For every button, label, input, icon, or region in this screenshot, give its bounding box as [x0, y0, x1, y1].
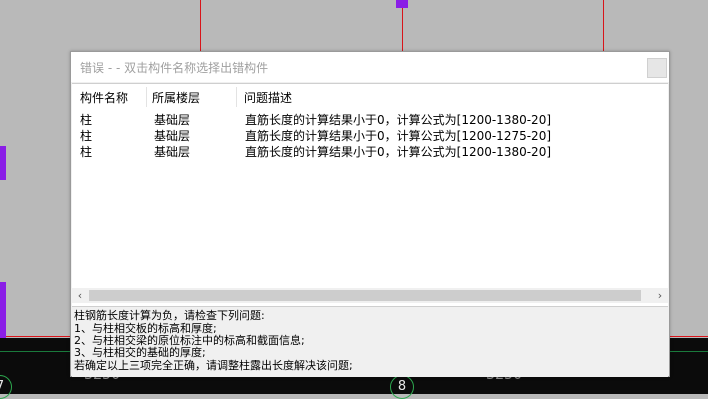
description-line: 若确定以上三项完全正确，请调整柱露出长度解决该问题; — [74, 359, 353, 372]
cell-description: 直筋长度的计算结果小于0，计算公式为[1200-1275-20] — [245, 129, 552, 143]
horizontal-scrollbar[interactable]: ‹ › — [72, 288, 668, 303]
column-header-component-name[interactable]: 构件名称 — [80, 89, 128, 106]
column-header-description[interactable]: 问题描述 — [244, 89, 292, 106]
error-dialog: 错误 - - 双击构件名称选择出错构件 构件名称 所属楼层 问题描述 柱 基础层… — [70, 51, 670, 377]
axis-bubble[interactable]: 8 — [390, 375, 414, 399]
column-marker[interactable] — [0, 282, 6, 338]
scroll-left-icon[interactable]: ‹ — [72, 288, 88, 303]
list-row[interactable]: 柱 基础层 直筋长度的计算结果小于0，计算公式为[1200-1380-20] — [72, 111, 668, 127]
scroll-thumb[interactable] — [89, 290, 641, 301]
dialog-titlebar[interactable]: 错误 - - 双击构件名称选择出错构件 — [71, 52, 669, 82]
column-marker[interactable] — [0, 146, 6, 180]
column-divider[interactable] — [236, 87, 237, 107]
cell-description: 直筋长度的计算结果小于0，计算公式为[1200-1380-20] — [245, 113, 552, 127]
scroll-right-icon[interactable]: › — [652, 288, 668, 303]
list-header: 构件名称 所属楼层 问题描述 — [72, 84, 668, 109]
problem-description: 柱钢筋长度计算为负，请检查下列问题: 1、与柱相交板的标高和厚度; 2、与柱相交… — [72, 306, 668, 377]
column-header-floor[interactable]: 所属楼层 — [152, 89, 200, 106]
close-button[interactable] — [647, 58, 667, 78]
cell-floor: 基础层 — [154, 129, 191, 143]
dialog-title: 错误 - - 双击构件名称选择出错构件 — [80, 61, 269, 75]
list-row[interactable]: 柱 基础层 直筋长度的计算结果小于0，计算公式为[1200-1275-20] — [72, 127, 668, 143]
list-row[interactable]: 柱 基础层 直筋长度的计算结果小于0，计算公式为[1200-1380-20] — [72, 143, 668, 159]
description-line: 3、与柱相交的基础的厚度; — [74, 346, 206, 359]
cell-floor: 基础层 — [154, 113, 191, 127]
description-line: 柱钢筋长度计算为负，请检查下列问题: — [74, 309, 265, 322]
cell-component-name: 柱 — [80, 145, 93, 159]
cell-component-name: 柱 — [80, 129, 93, 143]
cell-floor: 基础层 — [154, 145, 191, 159]
column-divider[interactable] — [146, 87, 147, 107]
cell-description: 直筋长度的计算结果小于0，计算公式为[1200-1380-20] — [245, 145, 552, 159]
cell-component-name: 柱 — [80, 113, 93, 127]
column-marker[interactable] — [396, 0, 408, 8]
